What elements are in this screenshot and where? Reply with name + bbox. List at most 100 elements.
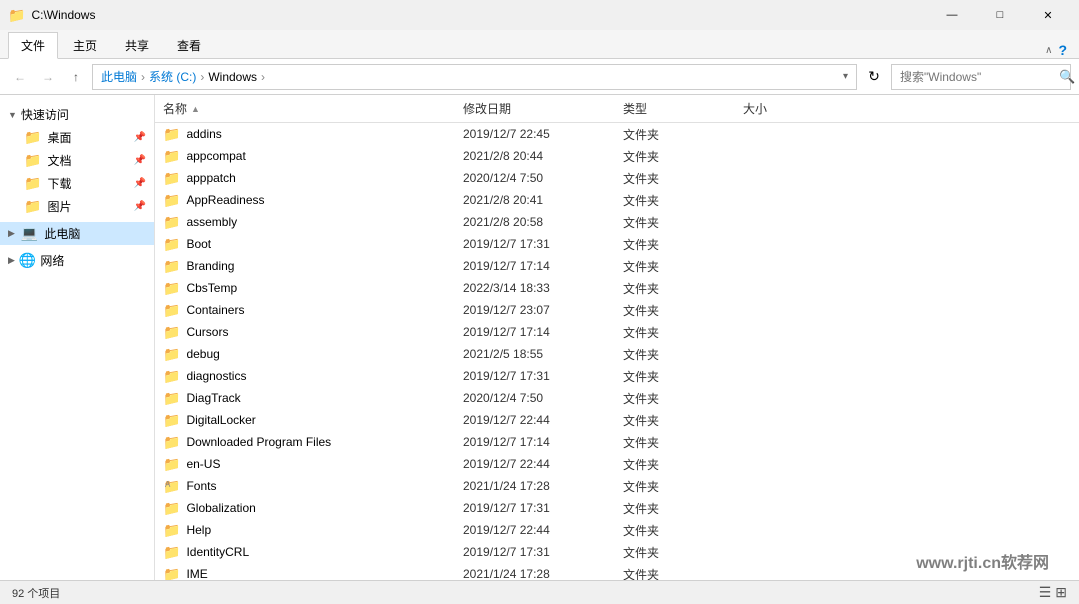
folder-icon: 📁 (163, 148, 180, 165)
breadcrumb-windows[interactable]: Windows (208, 70, 257, 84)
file-date: 2019/12/7 17:31 (463, 545, 623, 559)
tab-file[interactable]: 文件 (8, 32, 58, 59)
file-list: 📁 addins 2019/12/7 22:45 文件夹 📁 appcompat… (155, 123, 1079, 580)
table-row[interactable]: 📁 debug 2021/2/5 18:55 文件夹 (155, 343, 1079, 365)
file-name: 📁 assembly (163, 214, 463, 231)
file-type: 文件夹 (623, 390, 743, 407)
file-date: 2020/12/4 7:50 (463, 391, 623, 405)
col-header-name[interactable]: 名称 ▲ (163, 100, 463, 117)
file-date: 2019/12/7 17:31 (463, 237, 623, 251)
table-row[interactable]: 📁 diagnostics 2019/12/7 17:31 文件夹 (155, 365, 1079, 387)
sidebar-item-downloads[interactable]: 📁 下载 📌 (0, 172, 154, 195)
col-header-type[interactable]: 类型 (623, 100, 743, 117)
tab-view[interactable]: 查看 (164, 32, 214, 58)
title-bar-controls: — □ ✕ (929, 0, 1071, 30)
folder-icon: 📁 (163, 236, 180, 253)
folder-icon: 📁 (163, 434, 180, 451)
sidebar-item-pictures[interactable]: 📁 图片 📌 (0, 195, 154, 218)
forward-button[interactable]: → (36, 65, 60, 89)
sidebar-item-desktop[interactable]: 📁 桌面 📌 (0, 126, 154, 149)
file-type: 文件夹 (623, 192, 743, 209)
pictures-pin-icon: 📌 (134, 201, 146, 212)
maximize-button[interactable]: □ (977, 0, 1023, 30)
table-row[interactable]: 📁 Boot 2019/12/7 17:31 文件夹 (155, 233, 1079, 255)
table-row[interactable]: 📁 assembly 2021/2/8 20:58 文件夹 (155, 211, 1079, 233)
thispc-arrow-icon: ▶ (8, 228, 15, 239)
file-name: 📁 Containers (163, 302, 463, 319)
minimize-button[interactable]: — (929, 0, 975, 30)
file-name: 📁 IME (163, 566, 463, 581)
file-name: 📁 debug (163, 346, 463, 363)
view-details-icon[interactable]: ☰ (1039, 584, 1052, 601)
search-box[interactable]: 🔍 (891, 64, 1071, 90)
file-date: 2021/2/8 20:58 (463, 215, 623, 229)
folder-icon: 📁 (163, 170, 180, 187)
downloads-folder-icon: 📁 (24, 175, 41, 192)
sidebar-section-quickaccess: ▼ 快速访问 📁 桌面 📌 📁 文档 📌 📁 下载 📌 📁 图片 (0, 103, 154, 218)
sidebar-header-quickaccess[interactable]: ▼ 快速访问 (0, 103, 154, 126)
breadcrumb-thispc[interactable]: 此电脑 (101, 68, 137, 85)
table-row[interactable]: 📁 Globalization 2019/12/7 17:31 文件夹 (155, 497, 1079, 519)
table-row[interactable]: 📁 appcompat 2021/2/8 20:44 文件夹 (155, 145, 1079, 167)
file-name: 📁A Fonts (163, 478, 463, 495)
table-row[interactable]: 📁 Containers 2019/12/7 23:07 文件夹 (155, 299, 1079, 321)
breadcrumb-drive[interactable]: 系统 (C:) (149, 68, 196, 85)
ribbon-tabs: 文件 主页 共享 查看 ∧ ? (0, 30, 1079, 58)
downloads-label: 下载 (47, 175, 71, 192)
folder-icon: 📁 (163, 368, 180, 385)
file-date: 2019/12/7 22:44 (463, 523, 623, 537)
file-name-text: CbsTemp (186, 281, 237, 295)
breadcrumb-bar[interactable]: 此电脑 › 系统 (C:) › Windows › ▾ (92, 64, 857, 90)
file-name: 📁 IdentityCRL (163, 544, 463, 561)
thispc-icon: 💻 (21, 225, 38, 242)
table-row[interactable]: 📁 DiagTrack 2020/12/4 7:50 文件夹 (155, 387, 1079, 409)
close-button[interactable]: ✕ (1025, 0, 1071, 30)
table-row[interactable]: 📁 IME 2021/1/24 17:28 文件夹 (155, 563, 1079, 580)
back-button[interactable]: ← (8, 65, 32, 89)
col-header-size[interactable]: 大小 (743, 100, 843, 117)
refresh-button[interactable]: ↻ (861, 64, 887, 90)
search-icon[interactable]: 🔍 (1059, 69, 1075, 85)
table-row[interactable]: 📁 addins 2019/12/7 22:45 文件夹 (155, 123, 1079, 145)
file-type: 文件夹 (623, 236, 743, 253)
file-name-text: assembly (186, 215, 237, 229)
table-row[interactable]: 📁 Branding 2019/12/7 17:14 文件夹 (155, 255, 1079, 277)
table-row[interactable]: 📁 DigitalLocker 2019/12/7 22:44 文件夹 (155, 409, 1079, 431)
desktop-folder-icon: 📁 (24, 129, 41, 146)
file-name: 📁 DiagTrack (163, 390, 463, 407)
table-row[interactable]: 📁 apppatch 2020/12/4 7:50 文件夹 (155, 167, 1079, 189)
breadcrumb-dropdown-icon[interactable]: ▾ (843, 71, 848, 82)
table-row[interactable]: 📁 AppReadiness 2021/2/8 20:41 文件夹 (155, 189, 1079, 211)
file-name-text: AppReadiness (186, 193, 264, 207)
col-header-date[interactable]: 修改日期 (463, 100, 623, 117)
quickaccess-arrow-icon: ▼ (8, 110, 17, 120)
network-arrow-icon: ▶ (8, 255, 15, 266)
table-row[interactable]: 📁 Downloaded Program Files 2019/12/7 17:… (155, 431, 1079, 453)
ribbon-collapse-icon[interactable]: ∧ (1045, 45, 1052, 56)
tab-share[interactable]: 共享 (112, 32, 162, 58)
sidebar-header-network[interactable]: ▶ 🌐 网络 (0, 249, 154, 272)
file-type: 文件夹 (623, 346, 743, 363)
help-icon[interactable]: ? (1058, 42, 1067, 58)
table-row[interactable]: 📁A Fonts 2021/1/24 17:28 文件夹 (155, 475, 1079, 497)
file-date: 2021/1/24 17:28 (463, 479, 623, 493)
folder-icon: 📁 (163, 412, 180, 429)
sidebar-header-thispc[interactable]: ▶ 💻 此电脑 (0, 222, 154, 245)
file-name: 📁 addins (163, 126, 463, 143)
tab-home[interactable]: 主页 (60, 32, 110, 58)
file-date: 2019/12/7 23:07 (463, 303, 623, 317)
table-row[interactable]: 📁 en-US 2019/12/7 22:44 文件夹 (155, 453, 1079, 475)
file-type: 文件夹 (623, 522, 743, 539)
up-button[interactable]: ↑ (64, 65, 88, 89)
table-row[interactable]: 📁 CbsTemp 2022/3/14 18:33 文件夹 (155, 277, 1079, 299)
folder-icon: 📁 (163, 566, 180, 581)
table-row[interactable]: 📁 Cursors 2019/12/7 17:14 文件夹 (155, 321, 1079, 343)
file-name: 📁 Boot (163, 236, 463, 253)
sidebar-item-documents[interactable]: 📁 文档 📌 (0, 149, 154, 172)
folder-icon: 📁 (163, 214, 180, 231)
table-row[interactable]: 📁 Help 2019/12/7 22:44 文件夹 (155, 519, 1079, 541)
table-row[interactable]: 📁 IdentityCRL 2019/12/7 17:31 文件夹 (155, 541, 1079, 563)
search-input[interactable] (900, 70, 1055, 84)
view-tiles-icon[interactable]: ⊞ (1055, 584, 1067, 601)
file-name-text: Containers (186, 303, 244, 317)
